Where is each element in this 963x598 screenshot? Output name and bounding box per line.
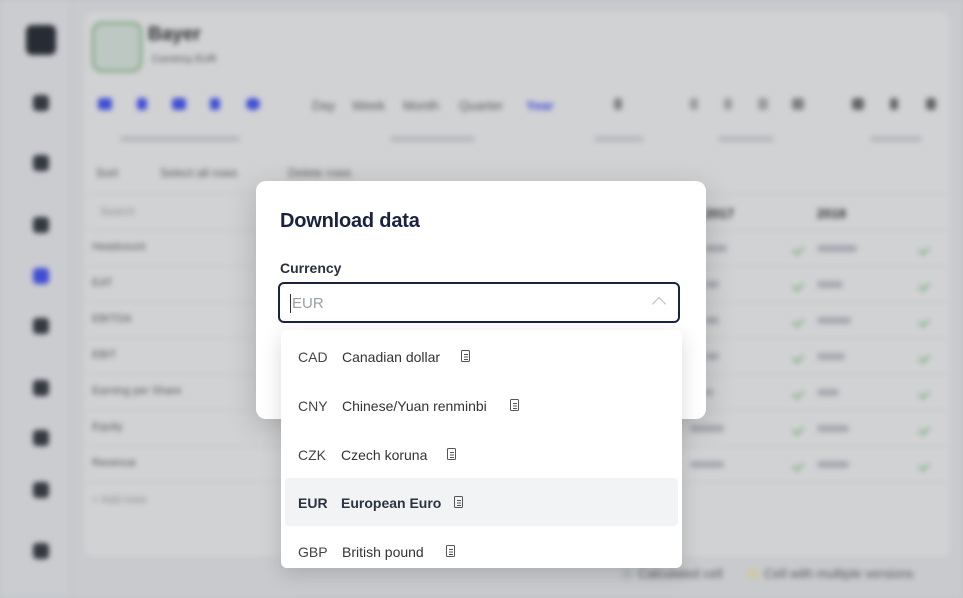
dialog-title: Download data — [280, 210, 420, 232]
document-icon — [454, 496, 463, 508]
currency-code: CAD — [298, 349, 328, 365]
currency-name: European Euro — [341, 495, 442, 511]
document-icon — [446, 545, 455, 557]
currency-option-eur[interactable]: EUR European Euro — [285, 478, 678, 526]
currency-dropdown: CAD Canadian dollar CNY Chinese/Yuan ren… — [281, 330, 682, 568]
currency-code: CNY — [298, 398, 328, 414]
currency-name: British pound — [342, 544, 424, 560]
currency-option-cny[interactable]: CNY Chinese/Yuan renminbi — [285, 381, 678, 429]
currency-code: CZK — [298, 447, 326, 463]
currency-option-czk[interactable]: CZK Czech koruna — [285, 430, 678, 478]
chevron-up-icon[interactable] — [651, 296, 667, 312]
currency-select-value[interactable]: EUR — [292, 295, 324, 312]
currency-option-gbp[interactable]: GBP British pound — [285, 527, 678, 568]
document-icon — [447, 448, 456, 460]
currency-label: Currency — [280, 260, 342, 276]
currency-name: Czech koruna — [341, 447, 428, 463]
document-icon — [461, 350, 470, 362]
currency-code: EUR — [298, 495, 328, 511]
text-cursor — [290, 294, 291, 313]
currency-option-cad[interactable]: CAD Canadian dollar — [285, 332, 678, 380]
currency-name: Canadian dollar — [342, 349, 441, 365]
currency-select[interactable]: EUR — [278, 282, 680, 323]
currency-name: Chinese/Yuan renminbi — [342, 398, 487, 414]
document-icon — [510, 399, 519, 411]
currency-code: GBP — [298, 544, 328, 560]
